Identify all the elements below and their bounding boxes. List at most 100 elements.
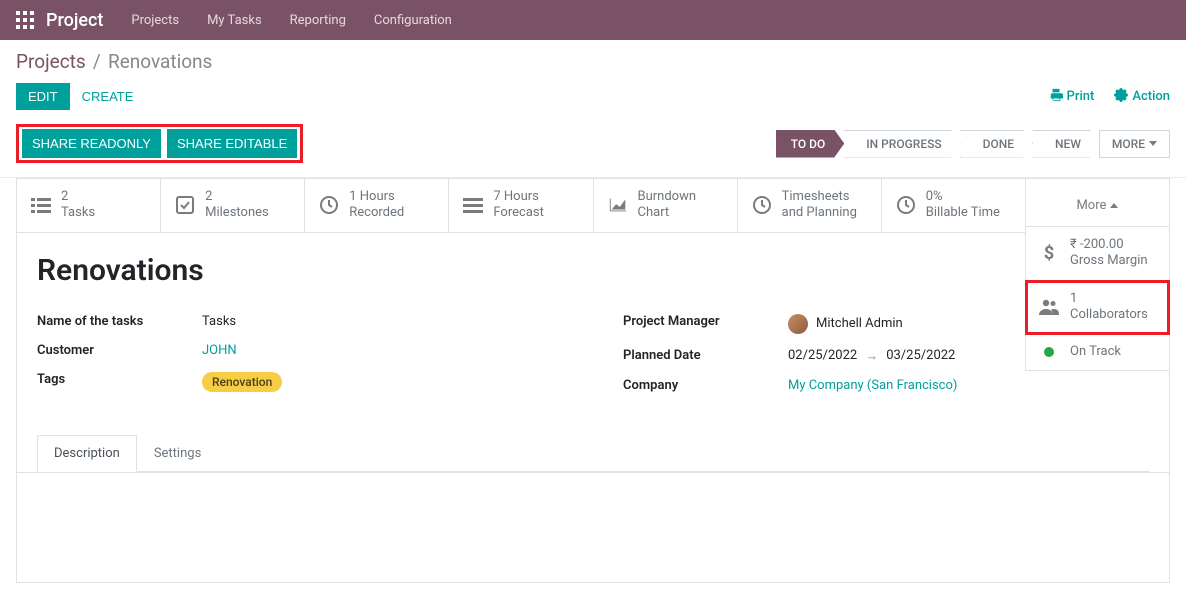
users-icon (1038, 298, 1060, 316)
nav-projects[interactable]: Projects (131, 13, 179, 28)
brand[interactable]: Project (46, 10, 103, 31)
field-label: Name of the tasks (37, 314, 202, 329)
stage-more-label: MORE (1112, 137, 1145, 151)
dd-label: Gross Margin (1070, 253, 1148, 269)
statcard-more[interactable]: More (1025, 179, 1169, 232)
gear-icon (1114, 88, 1128, 106)
nav-configuration[interactable]: Configuration (374, 13, 452, 28)
statcard-tasks[interactable]: 2 Tasks (16, 179, 160, 232)
status-dot-icon (1038, 347, 1060, 357)
statcard-label: Chart (638, 205, 697, 221)
stage-done[interactable]: DONE (960, 130, 1033, 158)
more-dropdown: $ ₹ -200.00 Gross Margin 1 Collaborators (1025, 226, 1170, 371)
field-label: Planned Date (623, 348, 788, 364)
clock-icon (752, 195, 772, 215)
field-label: Company (623, 378, 788, 393)
share-editable-button[interactable]: SHARE EDITABLE (167, 129, 297, 158)
breadcrumb-sep: / (93, 50, 101, 73)
dd-label: Collaborators (1070, 307, 1148, 323)
breadcrumb-current: Renovations (108, 50, 212, 73)
nav-my-tasks[interactable]: My Tasks (207, 13, 262, 28)
caret-down-icon (1149, 141, 1157, 146)
statcard-milestones[interactable]: 2 Milestones (160, 179, 304, 232)
dd-value: 1 (1070, 291, 1148, 307)
avatar (788, 314, 808, 334)
svg-text:$: $ (1044, 244, 1054, 262)
stage-in-progress[interactable]: IN PROGRESS (843, 130, 960, 158)
statcard-forecast[interactable]: 7 Hours Forecast (448, 179, 592, 232)
main-area: Renovations Name of the tasks Tasks Cust… (16, 233, 1170, 473)
action-dropdown[interactable]: Action (1114, 88, 1170, 106)
statcard-label: Billable Time (926, 205, 1000, 221)
dd-gross-margin[interactable]: $ ₹ -200.00 Gross Margin (1026, 227, 1169, 281)
stage-todo[interactable]: TO DO (776, 130, 845, 158)
statcard-burndown[interactable]: Burndown Chart (593, 179, 737, 232)
dd-ontrack[interactable]: On Track (1026, 334, 1169, 370)
page-title: Renovations (37, 253, 1149, 288)
statcard-value: 1 Hours (349, 189, 404, 205)
action-label: Action (1132, 89, 1170, 104)
toolbar: EDIT CREATE Print Action (0, 73, 1186, 124)
company-link[interactable]: My Company (San Francisco) (788, 378, 957, 393)
stage-more[interactable]: MORE (1099, 130, 1170, 158)
field-tags: Tags Renovation (37, 372, 563, 392)
dd-value: ₹ -200.00 (1070, 237, 1148, 253)
statcard-value: 2 (205, 189, 269, 205)
field-label: Project Manager (623, 314, 788, 334)
tag-chip: Renovation (202, 372, 282, 392)
field-value: Tasks (202, 314, 236, 329)
create-button[interactable]: CREATE (70, 83, 146, 110)
apps-icon[interactable] (16, 11, 34, 29)
tab-description[interactable]: Description (37, 435, 137, 472)
dd-collaborators[interactable]: 1 Collaborators (1026, 281, 1169, 335)
share-buttons-highlight: SHARE READONLY SHARE EDITABLE (16, 124, 303, 163)
statcard-value: 7 Hours (493, 189, 543, 205)
share-readonly-button[interactable]: SHARE READONLY (22, 129, 161, 158)
clock-icon (896, 195, 916, 215)
check-square-icon (175, 195, 195, 215)
planned-end: 03/25/2022 (886, 348, 955, 363)
nav-reporting[interactable]: Reporting (290, 13, 346, 28)
bars-icon (463, 196, 483, 214)
breadcrumb-parent[interactable]: Projects (16, 50, 86, 73)
field-label: Customer (37, 343, 202, 358)
statcard-label: Tasks (61, 205, 95, 221)
statcard-value: 0% (926, 189, 1000, 205)
print-label: Print (1067, 89, 1095, 104)
print-icon (1049, 88, 1063, 106)
field-label: Tags (37, 372, 202, 392)
statcard-label: and Planning (782, 205, 857, 221)
tab-settings[interactable]: Settings (137, 435, 218, 471)
statcard-billable[interactable]: 0% Billable Time (881, 179, 1025, 232)
area-chart-icon (608, 196, 628, 214)
statcard-label: Recorded (349, 205, 404, 221)
dd-label: On Track (1070, 344, 1121, 360)
stage-row: SHARE READONLY SHARE EDITABLE TO DO IN P… (0, 124, 1186, 178)
fields-row: Name of the tasks Tasks Customer JOHN Ta… (37, 314, 1149, 407)
statcards-container: 2 Tasks 2 Milestones 1 Hours (16, 178, 1170, 233)
statcard-label: Milestones (205, 205, 269, 221)
field-tasks-name: Name of the tasks Tasks (37, 314, 563, 329)
statcard-recorded[interactable]: 1 Hours Recorded (304, 179, 448, 232)
fields-col-left: Name of the tasks Tasks Customer JOHN Ta… (37, 314, 563, 407)
caret-up-icon (1110, 203, 1118, 208)
stage-new[interactable]: NEW (1032, 130, 1100, 158)
statcard-value: Burndown (638, 189, 697, 205)
dollar-icon: $ (1038, 244, 1060, 262)
tasks-icon (31, 196, 51, 214)
navbar: Project Projects My Tasks Reporting Conf… (0, 0, 1186, 40)
planned-start: 02/25/2022 (788, 348, 857, 363)
tab-content (16, 473, 1170, 583)
statcard-value: 2 (61, 189, 95, 205)
edit-button[interactable]: EDIT (16, 83, 70, 110)
customer-link[interactable]: JOHN (202, 343, 237, 358)
breadcrumb: Projects / Renovations (0, 40, 1186, 73)
arrow-right-icon: → (865, 348, 878, 364)
stages: TO DO IN PROGRESS DONE NEW MORE (776, 130, 1170, 158)
statcard-value: Timesheets (782, 189, 857, 205)
tabs: Description Settings (37, 435, 1149, 472)
clock-icon (319, 195, 339, 215)
statcards: 2 Tasks 2 Milestones 1 Hours (16, 178, 1170, 233)
statcard-timesheets[interactable]: Timesheets and Planning (737, 179, 881, 232)
print-action[interactable]: Print (1049, 88, 1095, 106)
